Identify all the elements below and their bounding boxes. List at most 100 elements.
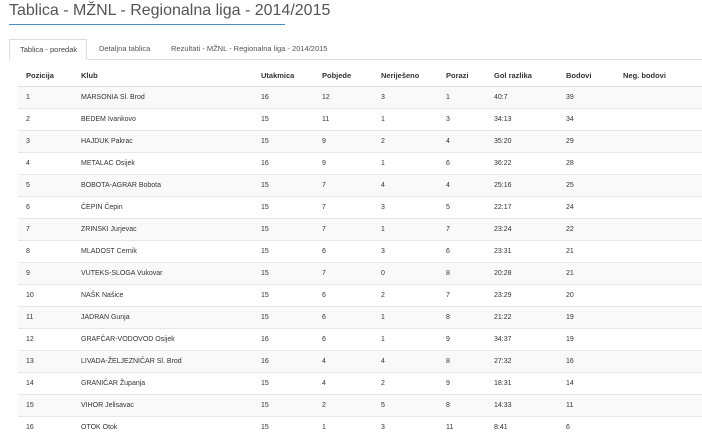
cell-pobjede: 6: [314, 240, 373, 263]
cell-klub: METALAC Osijek: [73, 152, 253, 175]
cell-klub: OTOK Otok: [73, 416, 253, 438]
cell-utakmica: 15: [253, 394, 314, 417]
cell-pozicija: 12: [18, 328, 73, 351]
tab-tablica-poredak[interactable]: Tablica - poredak: [9, 39, 87, 60]
cell-gol-razlika: 25:16: [486, 174, 558, 197]
cell-pobjede: 6: [314, 306, 373, 329]
cell-nerijeseno: 3: [373, 86, 438, 109]
table-row: 15 VIHOR Jelisavac 15 2 5 8 14:33 11: [18, 394, 702, 417]
cell-utakmica: 15: [253, 240, 314, 263]
cell-klub: NAŠK Našice: [73, 284, 253, 307]
cell-pobjede: 6: [314, 284, 373, 307]
table-row: 4 METALAC Osijek 16 9 1 6 36:22 28: [18, 152, 702, 175]
cell-porazi: 7: [438, 218, 486, 241]
cell-gol-razlika: 22:17: [486, 196, 558, 219]
cell-porazi: 9: [438, 328, 486, 351]
cell-neg-bodovi: [615, 284, 702, 307]
cell-neg-bodovi: [615, 328, 702, 351]
cell-gol-razlika: 23:29: [486, 284, 558, 307]
cell-pozicija: 4: [18, 152, 73, 175]
cell-porazi: 8: [438, 306, 486, 329]
cell-klub: BOBOTA-AGRAR Bobota: [73, 174, 253, 197]
header-utakmica: Utakmica: [253, 64, 314, 87]
tab-bar: Tablica - poredak Detaljna tablica Rezul…: [9, 39, 702, 60]
cell-bodovi: 25: [558, 174, 615, 197]
cell-bodovi: 28: [558, 152, 615, 175]
tab-detaljna-tablica[interactable]: Detaljna tablica: [99, 39, 171, 59]
table-row: 16 OTOK Otok 15 1 3 11 8:41 6: [18, 416, 702, 438]
cell-utakmica: 16: [253, 350, 314, 373]
cell-gol-razlika: 34:13: [486, 108, 558, 131]
cell-pobjede: 7: [314, 262, 373, 285]
cell-neg-bodovi: [615, 152, 702, 175]
cell-utakmica: 15: [253, 130, 314, 153]
cell-porazi: 5: [438, 196, 486, 219]
cell-nerijeseno: 5: [373, 394, 438, 417]
cell-pobjede: 6: [314, 328, 373, 351]
table-row: 11 JADRAN Gunja 15 6 1 8 21:22 19: [18, 306, 702, 329]
cell-utakmica: 15: [253, 218, 314, 241]
cell-utakmica: 15: [253, 196, 314, 219]
cell-bodovi: 39: [558, 86, 615, 109]
cell-utakmica: 15: [253, 108, 314, 131]
table-header-row: Pozicija Klub Utakmica Pobjede Neriješen…: [18, 64, 702, 87]
cell-klub: ZRINSKI Jurjevac: [73, 218, 253, 241]
cell-bodovi: 24: [558, 196, 615, 219]
cell-porazi: 8: [438, 262, 486, 285]
cell-utakmica: 15: [253, 306, 314, 329]
cell-bodovi: 34: [558, 108, 615, 131]
table-row: 9 VUTEKS-SLOGA Vukovar 15 7 0 8 20:28 21: [18, 262, 702, 285]
cell-neg-bodovi: [615, 86, 702, 109]
cell-nerijeseno: 3: [373, 416, 438, 438]
table-row: 12 GRAFČAR-VODOVOD Osijek 16 6 1 9 34:37 19: [18, 328, 702, 351]
table-row: 7 ZRINSKI Jurjevac 15 7 1 7 23:24 22: [18, 218, 702, 241]
cell-nerijeseno: 2: [373, 284, 438, 307]
standings-table: Pozicija Klub Utakmica Pobjede Neriješen…: [18, 64, 702, 438]
cell-pobjede: 12: [314, 86, 373, 109]
cell-klub: ČEPIN Čepin: [73, 196, 253, 219]
cell-pozicija: 11: [18, 306, 73, 329]
cell-gol-razlika: 23:31: [486, 240, 558, 263]
cell-pozicija: 2: [18, 108, 73, 131]
cell-klub: LIVADA-ŽELJEZNIČAR Sl. Brod: [73, 350, 253, 373]
cell-neg-bodovi: [615, 350, 702, 373]
cell-nerijeseno: 1: [373, 328, 438, 351]
standings-table-container: Pozicija Klub Utakmica Pobjede Neriješen…: [18, 64, 702, 438]
table-row: 1 MARSONIA Sl. Brod 16 12 3 1 40:7 39: [18, 86, 702, 109]
cell-pozicija: 15: [18, 394, 73, 417]
cell-gol-razlika: 8:41: [486, 416, 558, 438]
cell-gol-razlika: 36:22: [486, 152, 558, 175]
tab-rezultati[interactable]: Rezultati - MŽNL - Regionalna liga - 201…: [171, 39, 371, 59]
table-row: 5 BOBOTA-AGRAR Bobota 15 7 4 4 25:16 25: [18, 174, 702, 197]
cell-pozicija: 9: [18, 262, 73, 285]
cell-gol-razlika: 23:24: [486, 218, 558, 241]
cell-nerijeseno: 1: [373, 218, 438, 241]
table-row: 3 HAJDUK Pakrac 15 9 2 4 35:20 29: [18, 130, 702, 153]
cell-klub: GRAFČAR-VODOVOD Osijek: [73, 328, 253, 351]
cell-nerijeseno: 3: [373, 196, 438, 219]
cell-pobjede: 11: [314, 108, 373, 131]
cell-nerijeseno: 1: [373, 108, 438, 131]
cell-gol-razlika: 18:31: [486, 372, 558, 395]
cell-gol-razlika: 34:37: [486, 328, 558, 351]
cell-pozicija: 16: [18, 416, 73, 438]
cell-pozicija: 7: [18, 218, 73, 241]
cell-utakmica: 16: [253, 328, 314, 351]
cell-nerijeseno: 0: [373, 262, 438, 285]
cell-porazi: 7: [438, 284, 486, 307]
cell-klub: MARSONIA Sl. Brod: [73, 86, 253, 109]
cell-porazi: 4: [438, 174, 486, 197]
cell-bodovi: 16: [558, 350, 615, 373]
cell-porazi: 1: [438, 86, 486, 109]
table-row: 2 BEDEM Ivankovo 15 11 1 3 34:13 34: [18, 108, 702, 131]
cell-gol-razlika: 35:20: [486, 130, 558, 153]
table-body: 1 MARSONIA Sl. Brod 16 12 3 1 40:7 39 2 BEDEM Iva…: [18, 86, 702, 438]
cell-bodovi: 6: [558, 416, 615, 438]
cell-porazi: 8: [438, 350, 486, 373]
cell-pobjede: 4: [314, 350, 373, 373]
cell-nerijeseno: 3: [373, 240, 438, 263]
cell-neg-bodovi: [615, 394, 702, 417]
cell-klub: HAJDUK Pakrac: [73, 130, 253, 153]
header-neg-bodovi: Neg. bodovi: [615, 64, 702, 87]
cell-nerijeseno: 1: [373, 306, 438, 329]
